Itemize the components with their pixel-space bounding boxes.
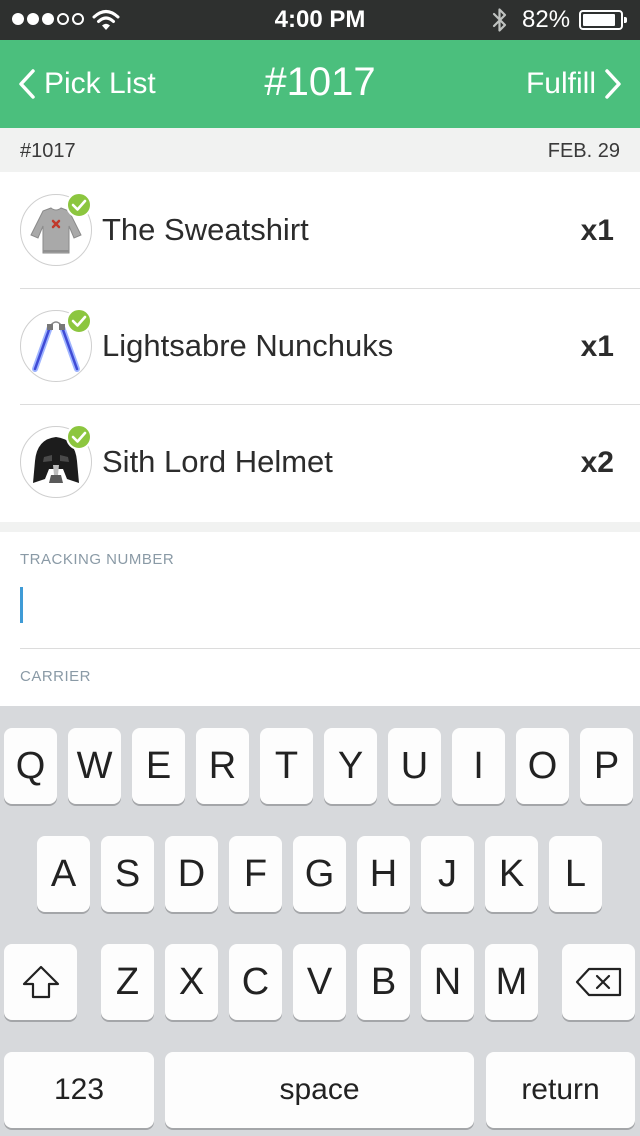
battery-percent: 82%: [522, 6, 571, 33]
shift-icon: [22, 965, 59, 999]
shipping-form: TRACKING NUMBER CARRIER: [0, 532, 640, 706]
fulfill-button[interactable]: Fulfill: [526, 62, 622, 106]
item-quantity: x1: [580, 214, 614, 247]
back-to-pick-list-button[interactable]: Pick List: [18, 62, 156, 106]
key-z[interactable]: Z: [101, 944, 154, 1020]
key-i[interactable]: I: [452, 728, 505, 804]
chevron-right-icon: [605, 69, 621, 99]
key-t[interactable]: T: [260, 728, 313, 804]
key-c[interactable]: C: [229, 944, 282, 1020]
key-y[interactable]: Y: [324, 728, 377, 804]
tracking-number-input[interactable]: [0, 572, 640, 642]
field-divider: [20, 648, 640, 649]
checkmark-icon: [66, 192, 92, 218]
item-name: Lightsabre Nunchuks: [102, 328, 394, 363]
list-item[interactable]: Lightsabre Nunchuks x1: [0, 288, 640, 404]
key-o[interactable]: O: [516, 728, 569, 804]
bluetooth-icon: [492, 8, 507, 32]
key-w[interactable]: W: [68, 728, 121, 804]
space-key[interactable]: space: [165, 1052, 474, 1128]
order-number: #1017: [20, 140, 76, 162]
fulfill-button-label: Fulfill: [525, 67, 596, 100]
item-name: The Sweatshirt: [102, 212, 309, 247]
key-s[interactable]: S: [101, 836, 154, 912]
line-item-list: The Sweatshirt x1 Lightsabre Nunchuks x1: [0, 172, 640, 520]
navigation-bar: Pick List #1017 Fulfill: [0, 40, 640, 128]
key-d[interactable]: D: [165, 836, 218, 912]
tracking-number-label: TRACKING NUMBER: [20, 551, 175, 568]
key-n[interactable]: N: [421, 944, 474, 1020]
numbers-key[interactable]: 123: [4, 1052, 154, 1128]
order-date: FEB. 29: [547, 140, 620, 162]
key-l[interactable]: L: [549, 836, 602, 912]
item-name: Sith Lord Helmet: [102, 444, 333, 479]
chevron-left-icon: [19, 69, 35, 99]
order-subheader: #1017 FEB. 29: [0, 128, 640, 172]
key-u[interactable]: U: [388, 728, 441, 804]
item-quantity: x1: [580, 330, 614, 363]
key-m[interactable]: M: [485, 944, 538, 1020]
key-k[interactable]: K: [485, 836, 538, 912]
key-f[interactable]: F: [229, 836, 282, 912]
key-b[interactable]: B: [357, 944, 410, 1020]
section-divider: [0, 522, 640, 532]
key-g[interactable]: G: [293, 836, 346, 912]
battery-icon: [579, 10, 627, 30]
delete-key[interactable]: [562, 944, 635, 1020]
back-button-label: Pick List: [44, 67, 156, 100]
checkmark-icon: [66, 308, 92, 334]
key-x[interactable]: X: [165, 944, 218, 1020]
shift-key[interactable]: [4, 944, 77, 1020]
list-item[interactable]: The Sweatshirt x1: [0, 172, 640, 288]
key-v[interactable]: V: [293, 944, 346, 1020]
item-quantity: x2: [580, 446, 614, 479]
carrier-input[interactable]: [0, 652, 640, 706]
key-e[interactable]: E: [132, 728, 185, 804]
key-r[interactable]: R: [196, 728, 249, 804]
key-j[interactable]: J: [421, 836, 474, 912]
list-item[interactable]: Sith Lord Helmet x2: [0, 404, 640, 520]
keyboard: Q W E R T Y U I O P A S D F G H J K L Z …: [0, 706, 640, 1136]
checkmark-icon: [66, 424, 92, 450]
key-h[interactable]: H: [357, 836, 410, 912]
key-a[interactable]: A: [37, 836, 90, 912]
key-p[interactable]: P: [580, 728, 633, 804]
text-cursor: [20, 587, 23, 623]
status-bar: 4:00 PM 82%: [0, 0, 640, 40]
backspace-icon: [575, 967, 621, 997]
return-key[interactable]: return: [486, 1052, 635, 1128]
key-q[interactable]: Q: [4, 728, 57, 804]
